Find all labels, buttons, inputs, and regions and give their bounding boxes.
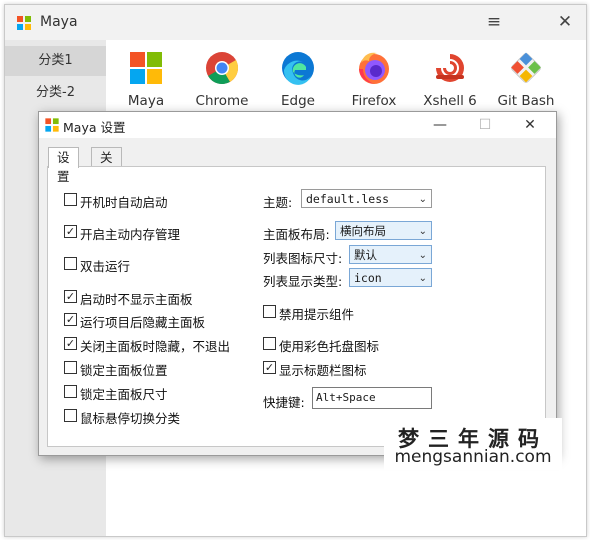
option-label: 鼠标悬停切换分类: [80, 411, 181, 426]
option-label: 禁用提示组件: [279, 307, 355, 322]
watermark: 梦三年源码 mengsannian.com: [384, 418, 562, 470]
checkbox[interactable]: [64, 409, 77, 422]
main-window-title: Maya: [40, 14, 78, 30]
chevron-down-icon: ⌄: [418, 273, 427, 284]
checkbox[interactable]: [263, 305, 276, 318]
windows-logo-icon: [130, 52, 162, 84]
chevron-down-icon: ⌄: [418, 194, 427, 205]
display-type-label: 列表显示类型:: [263, 274, 343, 289]
option-label: 锁定主面板位置: [80, 363, 168, 378]
sidebar-item-category-2[interactable]: 分类-2: [5, 78, 106, 108]
theme-select[interactable]: default.less ⌄: [301, 189, 432, 208]
maximize-button[interactable]: ☐: [465, 112, 505, 138]
option-label: 开机时自动启动: [80, 195, 168, 210]
option-label: 使用彩色托盘图标: [279, 339, 380, 354]
app-label: Firefox: [351, 93, 397, 109]
checkbox[interactable]: [64, 193, 77, 206]
firefox-icon: [359, 52, 389, 84]
app-label: Chrome: [195, 93, 249, 109]
windows-logo-icon: [45, 118, 59, 132]
app-item-chrome[interactable]: Chrome: [184, 49, 260, 109]
app-label: Maya: [127, 93, 165, 109]
main-titlebar[interactable]: Maya ≡ ✕: [5, 5, 586, 40]
theme-value: default.less: [306, 192, 390, 206]
tab-settings[interactable]: 设置: [48, 147, 79, 184]
dialog-titlebar[interactable]: Maya 设置 — ☐ ✕: [39, 112, 556, 138]
layout-value: 横向布局: [340, 224, 386, 238]
checkbox-checked[interactable]: ✓: [64, 337, 77, 350]
checkbox-checked[interactable]: ✓: [64, 313, 77, 326]
checkbox-checked[interactable]: ✓: [64, 225, 77, 238]
checkbox[interactable]: [263, 337, 276, 350]
option-label: 关闭主面板时隐藏，不退出: [80, 339, 231, 354]
xshell-icon: [436, 54, 464, 82]
theme-label: 主题:: [263, 195, 293, 210]
option-label: 显示标题栏图标: [279, 363, 367, 378]
chevron-down-icon: ⌄: [418, 226, 427, 237]
option-label: 开启主动内存管理: [80, 227, 181, 242]
icon-size-select[interactable]: 默认 ⌄: [349, 245, 432, 264]
app-label: Xshell 6: [423, 93, 477, 109]
settings-panel: 开机时自动启动 ✓ 开启主动内存管理 双击运行 ✓ 启动时不显示主面板 ✓ 运行…: [47, 166, 546, 447]
app-item-git-bash[interactable]: Git Bash: [488, 49, 564, 109]
option-label: 锁定主面板尺寸: [80, 387, 168, 402]
close-icon[interactable]: ✕: [552, 9, 578, 35]
hotkey-label: 快捷键:: [263, 395, 305, 410]
app-item-maya[interactable]: Maya: [108, 49, 184, 109]
chevron-down-icon: ⌄: [418, 250, 427, 261]
option-label: 运行项目后隐藏主面板: [80, 315, 206, 330]
windows-logo-icon: [17, 16, 31, 30]
app-label: Edge: [281, 93, 315, 109]
app-item-edge[interactable]: Edge: [260, 49, 336, 109]
chrome-icon: [206, 52, 239, 85]
watermark-url: mengsannian.com: [394, 447, 552, 467]
app-item-firefox[interactable]: Firefox: [336, 49, 412, 109]
layout-select[interactable]: 横向布局 ⌄: [335, 221, 432, 240]
sidebar-item-category-1[interactable]: 分类1: [5, 46, 106, 76]
dialog-title: Maya 设置: [63, 120, 126, 135]
git-bash-icon: [511, 52, 541, 83]
checkbox[interactable]: [64, 385, 77, 398]
checkbox-checked[interactable]: ✓: [64, 290, 77, 303]
checkbox-checked[interactable]: ✓: [263, 361, 276, 374]
settings-dialog: Maya 设置 — ☐ ✕ 设置 关于 开机时自动启动 ✓ 开启主动内存管理 双…: [38, 111, 557, 456]
icon-size-value: 默认: [354, 248, 377, 262]
hamburger-menu-icon[interactable]: ≡: [481, 9, 507, 35]
edge-icon: [282, 52, 314, 85]
dialog-close-button[interactable]: ✕: [510, 112, 550, 138]
icon-size-label: 列表图标尺寸:: [263, 251, 343, 266]
minimize-button[interactable]: —: [420, 112, 460, 138]
app-label: Git Bash: [497, 93, 555, 109]
app-item-xshell[interactable]: Xshell 6: [412, 49, 488, 109]
layout-label: 主面板布局:: [263, 227, 330, 242]
display-type-value: icon: [354, 271, 382, 285]
option-label: 双击运行: [80, 259, 131, 274]
checkbox[interactable]: [64, 257, 77, 270]
tab-about[interactable]: 关于: [91, 147, 122, 184]
display-type-select[interactable]: icon ⌄: [349, 268, 432, 287]
option-label: 启动时不显示主面板: [80, 292, 193, 307]
checkbox[interactable]: [64, 361, 77, 374]
hotkey-input[interactable]: Alt+Space: [312, 387, 432, 409]
